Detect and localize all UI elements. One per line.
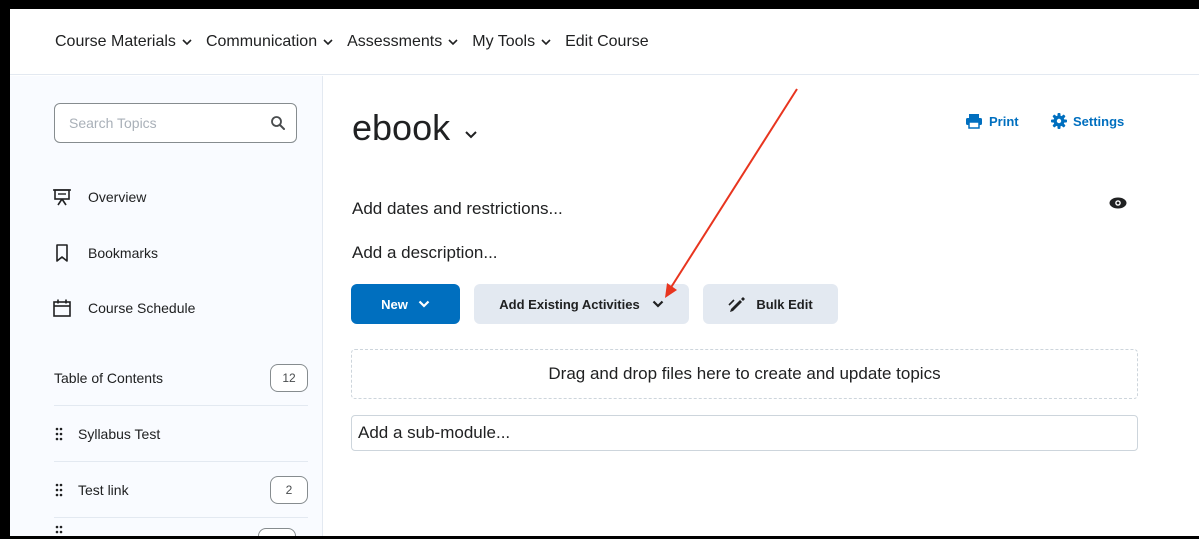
add-existing-activities-button[interactable]: Add Existing Activities [474, 284, 689, 324]
nav-my-tools[interactable]: My Tools [472, 33, 551, 51]
bookmark-icon [56, 244, 68, 262]
calendar-icon [53, 299, 71, 317]
file-dropzone[interactable]: Drag and drop files here to create and u… [351, 349, 1138, 399]
page-title[interactable]: ebook [352, 107, 478, 149]
course-navbar: Course Materials Communication Assessmen… [10, 9, 1199, 75]
chevron-down-icon[interactable] [464, 127, 478, 141]
table-of-contents[interactable]: Table of Contents 12 [54, 350, 308, 406]
print-label: Print [989, 113, 1019, 129]
bulk-edit-label: Bulk Edit [756, 296, 813, 312]
module-label: Test link [78, 481, 129, 498]
presentation-icon [53, 189, 71, 206]
module-count-badge: 2 [270, 475, 308, 504]
nav-label: Assessments [347, 32, 443, 50]
drag-handle-icon[interactable] [54, 426, 64, 442]
nav-edit-course[interactable]: Edit Course [565, 33, 649, 51]
nav-communication[interactable]: Communication [206, 33, 333, 51]
chevron-down-icon [323, 38, 333, 45]
module-item-syllabus-test[interactable]: Syllabus Test [54, 406, 308, 462]
sidebar-item-label: Course Schedule [88, 300, 196, 316]
nav-label: My Tools [472, 32, 536, 50]
nav-assessments[interactable]: Assessments [347, 33, 458, 51]
nav-label: Communication [205, 32, 318, 50]
add-dates-link[interactable]: Add dates and restrictions... [352, 199, 563, 219]
nav-label: Edit Course [565, 32, 649, 50]
drag-handle-icon[interactable] [54, 482, 64, 498]
submodule-placeholder: Add a sub-module... [358, 423, 511, 442]
nav-label: Course Materials [55, 32, 176, 50]
module-label: Syllabus Test [78, 425, 161, 442]
search-input[interactable] [69, 115, 249, 131]
add-description-link[interactable]: Add a description... [352, 243, 498, 263]
new-label: New [381, 296, 408, 312]
nav-course-materials[interactable]: Course Materials [55, 33, 192, 51]
search-icon[interactable] [270, 115, 286, 131]
pencil-edit-icon [728, 297, 746, 312]
chevron-down-icon [182, 38, 192, 45]
gear-icon [1051, 113, 1067, 129]
settings-button[interactable]: Settings [1051, 113, 1124, 129]
toc-count-badge: 12 [270, 363, 308, 392]
new-button[interactable]: New [351, 284, 460, 324]
chevron-down-icon [448, 38, 458, 45]
eye-visibility-icon[interactable] [1109, 197, 1127, 209]
settings-label: Settings [1073, 113, 1125, 129]
chevron-down-icon [652, 300, 663, 308]
chevron-down-icon [541, 38, 551, 45]
search-box [54, 103, 297, 143]
sidebar-item-bookmarks[interactable]: Bookmarks [52, 243, 158, 263]
sidebar-item-overview[interactable]: Overview [52, 187, 146, 207]
sidebar-item-label: Overview [88, 189, 147, 205]
dropzone-text: Drag and drop files here to create and u… [548, 364, 941, 383]
module-item-test-link[interactable]: Test link 2 [54, 462, 308, 518]
module-title: ebook [352, 107, 451, 148]
module-count-badge [258, 528, 296, 536]
print-button[interactable]: Print [965, 113, 1019, 129]
add-submodule-input[interactable]: Add a sub-module... [351, 415, 1138, 451]
bulk-edit-button[interactable]: Bulk Edit [703, 284, 838, 324]
toc-label: Table of Contents [54, 369, 163, 386]
sidebar-item-label: Bookmarks [88, 245, 159, 261]
app-window: Course Materials Communication Assessmen… [10, 9, 1199, 536]
chevron-down-icon [418, 300, 430, 308]
add-existing-label: Add Existing Activities [499, 296, 640, 312]
sidebar: Overview Bookmarks Course Schedule Table… [10, 76, 323, 536]
drag-handle-icon[interactable] [54, 524, 64, 536]
printer-icon [966, 114, 982, 129]
sidebar-item-course-schedule[interactable]: Course Schedule [52, 298, 195, 318]
module-item-partial[interactable] [54, 524, 78, 536]
